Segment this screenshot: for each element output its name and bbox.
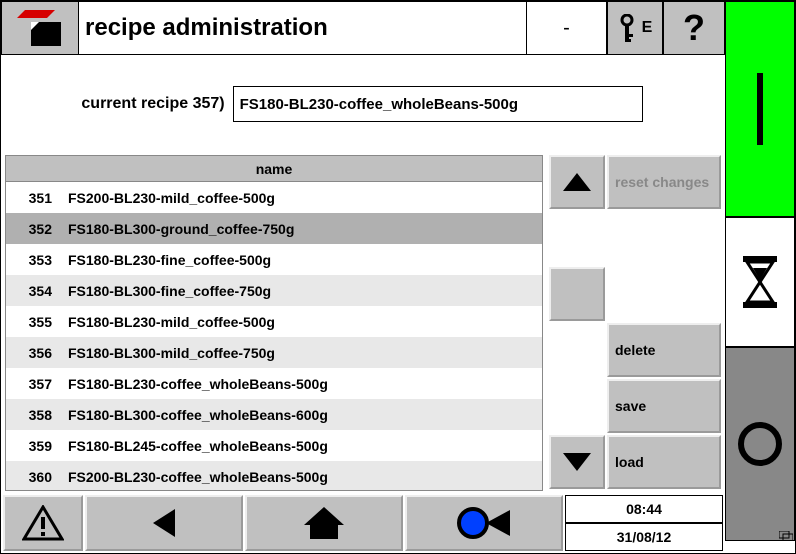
row-name: FS180-BL300-ground_coffee-750g [62,221,542,237]
column-header-name: name [6,156,542,182]
resize-grip-icon [779,531,793,541]
run-button[interactable] [725,1,795,217]
alarm-button[interactable] [3,495,83,551]
current-recipe-value: FS180-BL230-coffee_wholeBeans-500g [233,86,643,122]
warning-icon [22,505,64,541]
row-name: FS200-BL230-mild_coffee-500g [62,190,542,206]
table-row[interactable]: 360FS200-BL230-coffee_wholeBeans-500g [6,461,542,490]
back-button[interactable] [85,495,243,551]
save-button[interactable]: save [607,379,721,433]
row-name: FS180-BL300-fine_coffee-750g [62,283,542,299]
datetime-display: 08:44 31/08/12 [565,495,723,551]
key-icon [618,14,636,42]
table-row[interactable]: 352FS180-BL300-ground_coffee-750g [6,213,542,244]
delete-button[interactable]: delete [607,323,721,377]
home-icon [302,505,346,541]
row-id: 359 [6,438,62,454]
logo [1,1,79,55]
scroll-down-button[interactable] [549,435,605,489]
status-indicator: - [527,1,607,55]
date-display: 31/08/12 [565,523,723,551]
row-name: FS180-BL230-mild_coffee-500g [62,314,542,330]
key-letter: E [642,19,653,37]
stop-button[interactable] [725,347,795,541]
row-name: FS180-BL300-coffee_wholeBeans-600g [62,407,542,423]
chevron-down-icon [563,453,591,471]
table-row[interactable]: 354FS180-BL300-fine_coffee-750g [6,275,542,306]
table-row[interactable]: 359FS180-BL245-coffee_wholeBeans-500g [6,430,542,461]
camera-button[interactable] [405,495,563,551]
table-row[interactable]: 351FS200-BL230-mild_coffee-500g [6,182,542,213]
chevron-up-icon [563,173,591,191]
row-name: FS180-BL245-coffee_wholeBeans-500g [62,438,542,454]
help-button[interactable]: ? [663,1,725,55]
row-id: 356 [6,345,62,361]
back-icon [153,509,175,537]
time-display: 08:44 [565,495,723,523]
page-title: recipe administration [79,1,527,55]
table-row[interactable]: 353FS180-BL230-fine_coffee-500g [6,244,542,275]
reset-changes-button[interactable]: reset changes [607,155,721,209]
row-name: FS200-BL230-coffee_wholeBeans-500g [62,469,542,485]
table-row[interactable]: 356FS180-BL300-mild_coffee-750g [6,337,542,368]
table-row[interactable]: 358FS180-BL300-coffee_wholeBeans-600g [6,399,542,430]
row-id: 351 [6,190,62,206]
current-recipe-label: current recipe 357) [81,95,224,113]
recipe-table: name 351FS200-BL230-mild_coffee-500g352F… [5,155,543,491]
load-button[interactable]: load [607,435,721,489]
camera-icon [456,506,512,540]
help-icon: ? [683,7,705,49]
table-row[interactable]: 355FS180-BL230-mild_coffee-500g [6,306,542,337]
hourglass-icon [739,256,781,308]
key-button[interactable]: E [607,1,663,55]
row-name: FS180-BL300-mild_coffee-750g [62,345,542,361]
row-id: 354 [6,283,62,299]
circle-icon [736,420,784,468]
row-id: 360 [6,469,62,485]
row-name: FS180-BL230-coffee_wholeBeans-500g [62,376,542,392]
row-id: 357 [6,376,62,392]
blank-button[interactable] [549,267,605,321]
home-button[interactable] [245,495,403,551]
run-icon [757,73,763,145]
row-id: 352 [6,221,62,237]
scroll-up-button[interactable] [549,155,605,209]
row-name: FS180-BL230-fine_coffee-500g [62,252,542,268]
row-id: 353 [6,252,62,268]
row-id: 358 [6,407,62,423]
hourglass-panel [725,217,795,347]
table-row[interactable]: 357FS180-BL230-coffee_wholeBeans-500g [6,368,542,399]
row-id: 355 [6,314,62,330]
